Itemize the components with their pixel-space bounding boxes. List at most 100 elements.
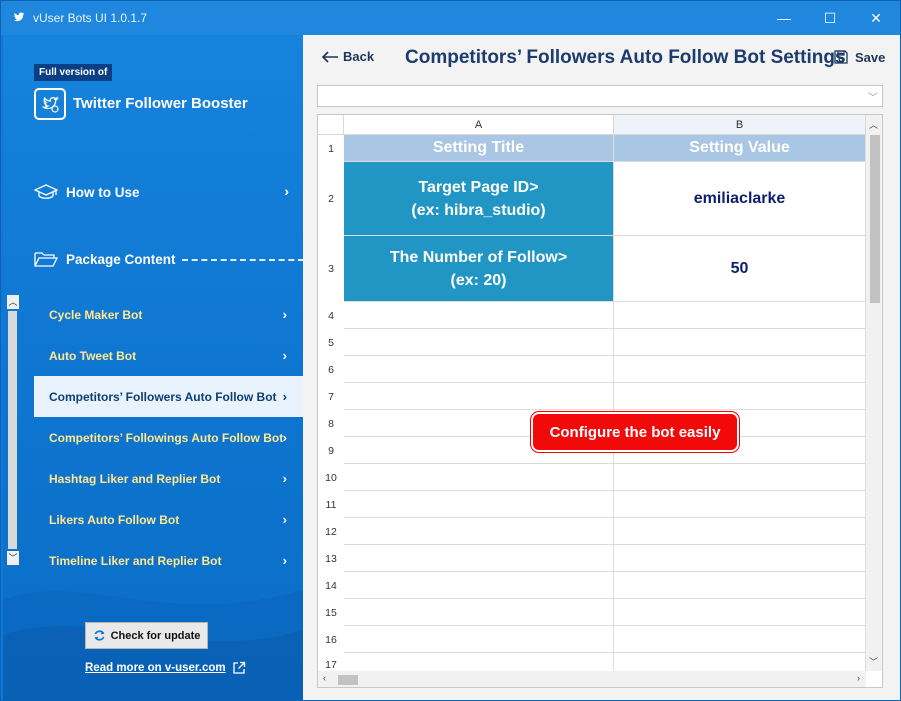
empty-cell[interactable] <box>344 464 614 491</box>
sidebar-item-label: Hashtag Liker and Replier Bot <box>49 471 221 486</box>
corner-header <box>318 115 344 135</box>
row-number[interactable]: 2 <box>318 162 344 236</box>
empty-cell[interactable] <box>344 383 614 410</box>
read-more-label: Read more on v-user.com <box>85 662 226 674</box>
app-bird-icon <box>14 12 24 22</box>
empty-cell[interactable] <box>614 491 866 518</box>
empty-cell[interactable] <box>344 572 614 599</box>
row-number[interactable]: 11 <box>318 491 344 518</box>
empty-cell[interactable] <box>614 464 866 491</box>
scroll-track[interactable] <box>8 311 17 549</box>
row-number[interactable]: 3 <box>318 236 344 302</box>
header-cell-setting-value[interactable]: Setting Value <box>614 135 866 162</box>
scroll-down-icon[interactable]: ﹀ <box>869 655 878 668</box>
setting-title-cell[interactable]: Target Page ID> (ex: hibra_studio) <box>344 162 614 236</box>
empty-cell[interactable] <box>614 356 866 383</box>
minimize-button[interactable]: — <box>761 1 807 35</box>
empty-cell[interactable] <box>344 356 614 383</box>
header-cell-setting-title[interactable]: Setting Title <box>344 135 614 162</box>
empty-cell[interactable] <box>614 572 866 599</box>
back-button[interactable]: Back <box>321 49 374 64</box>
chevron-right-icon: › <box>282 471 287 486</box>
maximize-button[interactable]: ☐ <box>807 1 853 35</box>
empty-cell[interactable] <box>344 302 614 329</box>
sidebar-item-cycle-maker-bot[interactable]: Cycle Maker Bot › <box>34 294 303 335</box>
row-number[interactable]: 10 <box>318 464 344 491</box>
external-link-icon <box>232 661 245 674</box>
vertical-scrollbar[interactable]: ︿ ﹀ <box>866 115 882 671</box>
column-header-b[interactable]: B <box>614 115 866 135</box>
column-header-a[interactable]: A <box>344 115 614 135</box>
empty-cell[interactable] <box>614 626 866 653</box>
app-window: vUser Bots UI 1.0.1.7 — ☐ ✕ Full version… <box>0 0 901 701</box>
sidebar-scrollbar[interactable]: ︿ ﹀ <box>5 293 21 569</box>
scroll-down-icon[interactable]: ﹀ <box>7 551 19 565</box>
setting-value-cell[interactable]: emiliaclarke <box>614 162 866 236</box>
row-number[interactable]: 9 <box>318 437 344 464</box>
bot-list: Cycle Maker Bot › Auto Tweet Bot › Compe… <box>34 294 303 581</box>
close-button[interactable]: ✕ <box>853 1 899 35</box>
row-number[interactable]: 14 <box>318 572 344 599</box>
cell-editor-bar[interactable]: ﹀ <box>317 85 883 107</box>
row-number[interactable]: 4 <box>318 302 344 329</box>
save-icon <box>834 50 848 64</box>
sidebar-item-label: Timeline Liker and Replier Bot <box>49 553 222 568</box>
scroll-thumb[interactable] <box>338 675 358 685</box>
sidebar-item-likers-auto-follow-bot[interactable]: Likers Auto Follow Bot › <box>34 499 303 540</box>
page-title: Competitors’ Followers Auto Follow Bot S… <box>405 47 846 68</box>
row-number[interactable]: 17 <box>318 653 344 671</box>
setting-title-cell[interactable]: The Number of Follow> (ex: 20) <box>344 236 614 302</box>
empty-cell[interactable] <box>614 302 866 329</box>
empty-cell[interactable] <box>344 545 614 572</box>
folder-open-icon <box>34 252 58 267</box>
scroll-up-icon[interactable]: ︿ <box>869 118 878 131</box>
back-label: Back <box>343 49 375 64</box>
refresh-icon <box>94 630 105 641</box>
empty-cell[interactable] <box>614 329 866 356</box>
empty-cell[interactable] <box>614 518 866 545</box>
horizontal-scrollbar[interactable]: ‹ › <box>318 671 866 687</box>
chevron-down-icon[interactable]: ﹀ <box>868 89 878 104</box>
row-number[interactable]: 13 <box>318 545 344 572</box>
check-for-update-button[interactable]: Check for update <box>85 622 208 649</box>
scroll-left-icon[interactable]: ‹ <box>323 673 326 683</box>
settings-spreadsheet[interactable]: A B 1 2 3 4 5 6 7 8 9 10 11 12 13 14 15 … <box>317 114 883 688</box>
empty-cell[interactable] <box>344 518 614 545</box>
empty-cell[interactable] <box>344 329 614 356</box>
sidebar-item-competitors-followers-auto-follow-bot[interactable]: Competitors’ Followers Auto Follow Bot › <box>34 376 303 417</box>
row-number[interactable]: 16 <box>318 626 344 653</box>
sidebar-item-label: Competitors’ Followings Auto Follow Bot <box>49 430 284 445</box>
chevron-right-icon: › <box>282 512 287 527</box>
how-to-use-link[interactable]: How to Use › <box>34 183 289 201</box>
sidebar-item-competitors-followings-auto-follow-bot[interactable]: Competitors’ Followings Auto Follow Bot … <box>34 417 303 458</box>
scroll-right-icon[interactable]: › <box>857 673 860 683</box>
empty-cell[interactable] <box>344 491 614 518</box>
window-title: vUser Bots UI 1.0.1.7 <box>33 11 148 25</box>
empty-cell[interactable] <box>614 599 866 626</box>
sidebar: Full version of Twitter Follower Booster… <box>3 35 303 700</box>
save-label: Save <box>855 49 886 65</box>
sidebar-item-timeline-liker-and-replier-bot[interactable]: Timeline Liker and Replier Bot › <box>34 540 303 581</box>
save-button[interactable]: Save <box>833 49 885 65</box>
main-panel: Back Competitors’ Followers Auto Follow … <box>303 35 900 700</box>
empty-cell[interactable] <box>614 383 866 410</box>
sidebar-item-auto-tweet-bot[interactable]: Auto Tweet Bot › <box>34 335 303 376</box>
row-number[interactable]: 6 <box>318 356 344 383</box>
sidebar-item-hashtag-liker-and-replier-bot[interactable]: Hashtag Liker and Replier Bot › <box>34 458 303 499</box>
arrow-left-icon <box>321 50 338 63</box>
empty-cell[interactable] <box>344 626 614 653</box>
scroll-thumb[interactable] <box>870 135 880 303</box>
row-number[interactable]: 8 <box>318 410 344 437</box>
row-number[interactable]: 5 <box>318 329 344 356</box>
row-number[interactable]: 15 <box>318 599 344 626</box>
setting-value-cell[interactable]: 50 <box>614 236 866 302</box>
empty-cell[interactable] <box>344 599 614 626</box>
row-number[interactable]: 7 <box>318 383 344 410</box>
row-number[interactable]: 1 <box>318 135 344 162</box>
row-number[interactable]: 12 <box>318 518 344 545</box>
chevron-right-icon: › <box>284 183 289 199</box>
read-more-link[interactable]: Read more on v-user.com <box>85 661 246 675</box>
scroll-up-icon[interactable]: ︿ <box>7 295 19 309</box>
empty-cell[interactable] <box>614 545 866 572</box>
title-bar[interactable]: vUser Bots UI 1.0.1.7 — ☐ ✕ <box>1 1 900 35</box>
